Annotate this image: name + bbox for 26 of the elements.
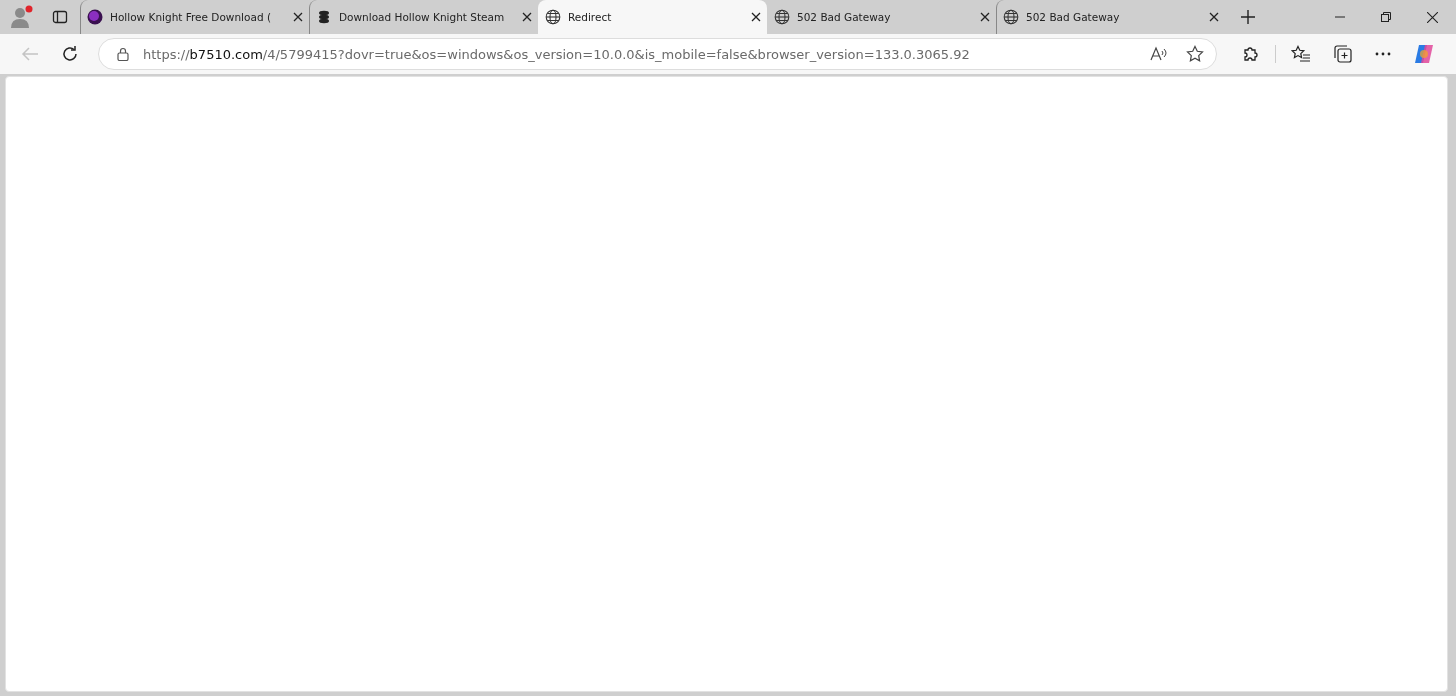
- stack-icon: [316, 9, 332, 25]
- globe-icon: [545, 9, 561, 25]
- url-text: https://b7510.com/4/5799415?dovr=true&os=windows&os_version=10.0.0&is_mobile=false&browser_version=133.0.3065.92: [143, 46, 971, 62]
- close-tab-icon[interactable]: [751, 12, 761, 22]
- address-bar[interactable]: https://b7510.com/4/5799415?dovr=true&os=windows&os_version=10.0.0&is_mobile=false&browser_version=133.0.3065.92: [98, 38, 1217, 70]
- browser-tab[interactable]: Redirect: [538, 0, 767, 34]
- close-tab-icon[interactable]: [1209, 12, 1219, 22]
- copilot-icon[interactable]: [1413, 43, 1435, 65]
- new-tab-icon[interactable]: [1241, 10, 1255, 24]
- restore-icon[interactable]: [1381, 12, 1391, 22]
- puzzle-piece-icon[interactable]: [1242, 45, 1260, 63]
- star-icon[interactable]: [1186, 45, 1204, 63]
- favorites-icon[interactable]: [1291, 45, 1311, 63]
- globe-icon: [774, 9, 790, 25]
- close-icon[interactable]: [1427, 11, 1438, 23]
- reload-icon[interactable]: [61, 45, 79, 63]
- close-tab-icon[interactable]: [522, 12, 532, 22]
- more-options-icon[interactable]: [1375, 52, 1391, 56]
- browser-tab[interactable]: 502 Bad Gateway: [767, 0, 996, 34]
- read-aloud-icon[interactable]: [1150, 46, 1168, 62]
- collections-icon[interactable]: [1333, 45, 1353, 63]
- close-tab-icon[interactable]: [980, 12, 990, 22]
- lock-icon[interactable]: [117, 47, 129, 61]
- globe-icon: [1003, 9, 1019, 25]
- close-tab-icon[interactable]: [293, 12, 303, 22]
- orb-icon: [87, 9, 103, 25]
